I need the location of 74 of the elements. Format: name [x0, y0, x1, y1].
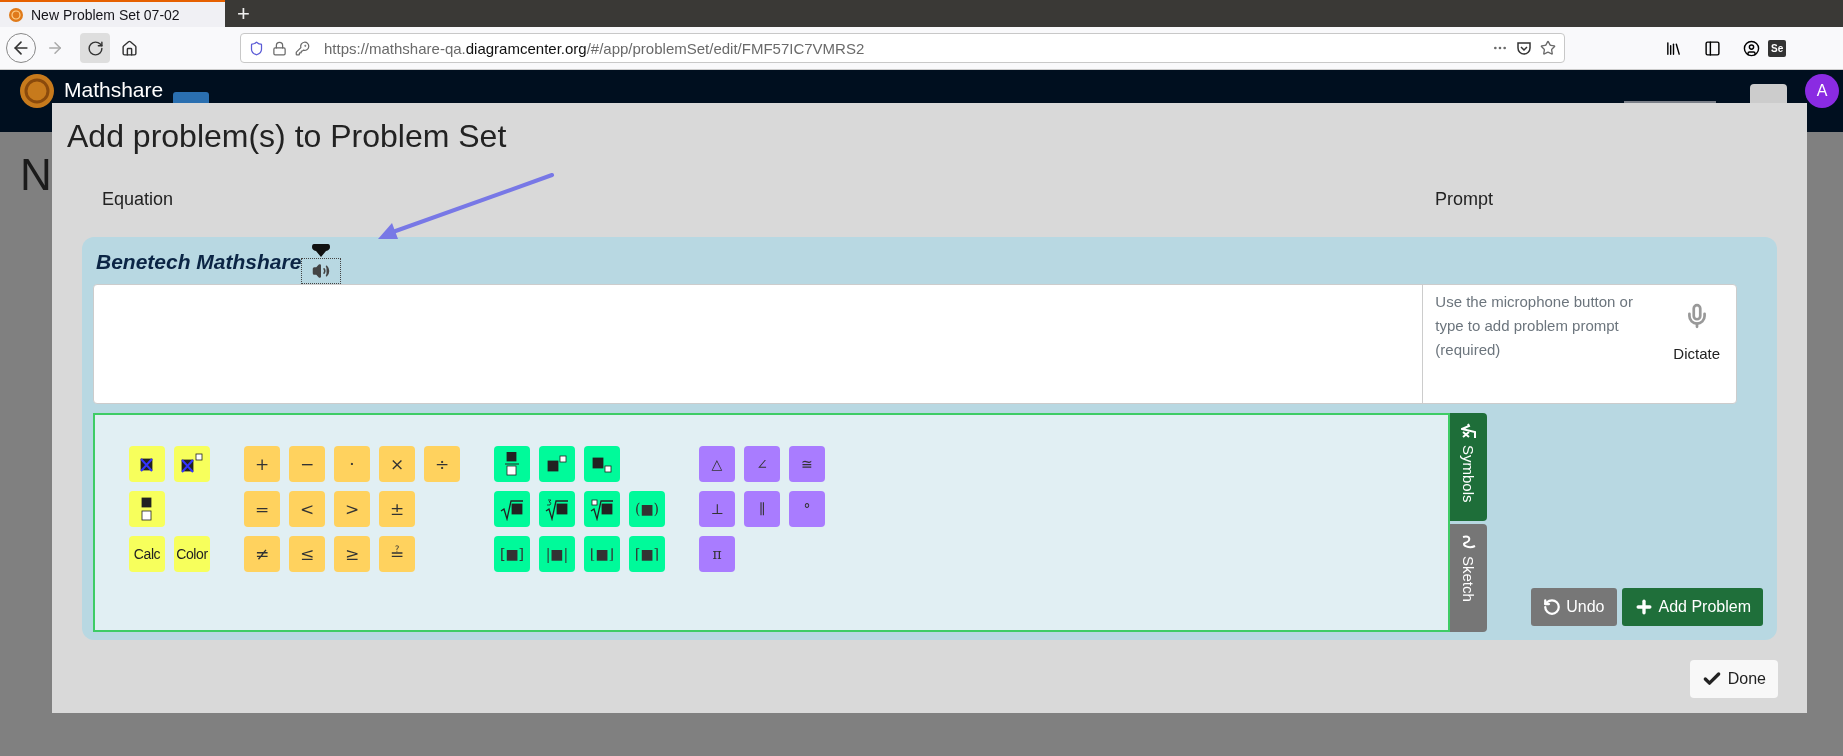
- reload-icon: [86, 39, 104, 57]
- column-label: Prompt: [1434, 189, 1493, 209]
- math-key[interactable]: −: [289, 446, 325, 482]
- math-key[interactable]: [584, 446, 620, 482]
- shield-icon: [249, 40, 264, 56]
- math-key[interactable]: [494, 446, 530, 482]
- math-key[interactable]: ∠: [744, 446, 780, 482]
- bookmark-star-icon[interactable]: [1540, 40, 1556, 56]
- math-key[interactable]: Color: [174, 536, 210, 572]
- done-button[interactable]: Done: [1689, 660, 1778, 698]
- column-label: Equation: [102, 189, 174, 209]
- math-key[interactable]: π: [699, 536, 735, 572]
- side-tab[interactable]: Sketch: [1450, 524, 1487, 632]
- math-key[interactable]: ±: [379, 491, 415, 527]
- undo-icon: [1543, 598, 1562, 616]
- math-key[interactable]: [129, 491, 165, 527]
- math-key[interactable]: [539, 491, 575, 527]
- math-key[interactable]: [■]: [494, 536, 530, 572]
- math-key[interactable]: [129, 446, 165, 482]
- url-field[interactable]: https://mathshare-qa.diagramcenter.org/#/app/problemSet/edit/FMF57IC7VMRS2: [240, 33, 1565, 63]
- math-key[interactable]: ≟: [379, 536, 415, 572]
- math-key[interactable]: >: [334, 491, 370, 527]
- math-key[interactable]: |■|: [539, 536, 575, 572]
- lock-icon: [272, 40, 287, 56]
- math-key[interactable]: +: [244, 446, 280, 482]
- math-key[interactable]: ≅: [789, 446, 825, 482]
- math-key[interactable]: (■): [629, 491, 665, 527]
- math-key[interactable]: =: [244, 491, 280, 527]
- account-icon[interactable]: [1743, 39, 1760, 57]
- speaker-icon: [312, 262, 331, 280]
- user-avatar[interactable]: A: [1805, 74, 1839, 108]
- squiggle-icon: [1460, 534, 1477, 550]
- math-key[interactable]: ≠: [244, 536, 280, 572]
- modal-title: Add problem(s) to Problem Set: [67, 117, 508, 155]
- math-key[interactable]: ·: [334, 446, 370, 482]
- add-problem-button[interactable]: Add Problem: [1621, 588, 1763, 626]
- nth-root-icon: [590, 497, 614, 521]
- side-tab[interactable]: Symbols: [1450, 413, 1487, 521]
- math-key[interactable]: ÷: [424, 446, 460, 482]
- brand-name: Mathshare: [64, 78, 164, 102]
- square-root-icon: [1460, 423, 1477, 439]
- math-key[interactable]: [174, 446, 210, 482]
- pocket-icon[interactable]: [1516, 40, 1532, 56]
- forward-arrow-icon: [46, 39, 64, 57]
- browser-tab[interactable]: New Problem Set 07-02: [0, 0, 225, 27]
- math-key[interactable]: ×: [379, 446, 415, 482]
- extension-button[interactable]: Se: [1768, 39, 1787, 57]
- logo-icon: [20, 74, 54, 108]
- math-key[interactable]: ∥: [744, 491, 780, 527]
- new-tab-button[interactable]: +: [225, 0, 262, 27]
- math-key[interactable]: [539, 446, 575, 482]
- tooltip-marker: [312, 244, 331, 257]
- math-key[interactable]: <: [289, 491, 325, 527]
- page-title: N: [20, 150, 53, 200]
- math-key[interactable]: ⊥: [699, 491, 735, 527]
- cube-root-icon: [545, 497, 569, 521]
- reload-button[interactable]: [80, 33, 110, 63]
- logo-icon: [8, 6, 24, 23]
- math-key[interactable]: ⌊■⌋: [584, 536, 620, 572]
- key-icon: [295, 40, 310, 56]
- math-key[interactable]: ⌈■⌉: [629, 536, 665, 572]
- math-key[interactable]: ≤: [289, 536, 325, 572]
- math-key[interactable]: [584, 491, 620, 527]
- undo-button[interactable]: Undo: [1531, 588, 1617, 626]
- math-key[interactable]: Calc: [129, 536, 165, 572]
- sidebar-icon[interactable]: [1704, 39, 1721, 57]
- editor-brand: Benetech Mathshare: [95, 250, 302, 274]
- math-key[interactable]: ≥: [334, 536, 370, 572]
- home-icon: [120, 39, 138, 57]
- square-root-icon: [500, 497, 524, 521]
- math-key[interactable]: °: [789, 491, 825, 527]
- library-icon[interactable]: [1665, 39, 1682, 57]
- math-key[interactable]: △: [699, 446, 735, 482]
- math-key[interactable]: [494, 491, 530, 527]
